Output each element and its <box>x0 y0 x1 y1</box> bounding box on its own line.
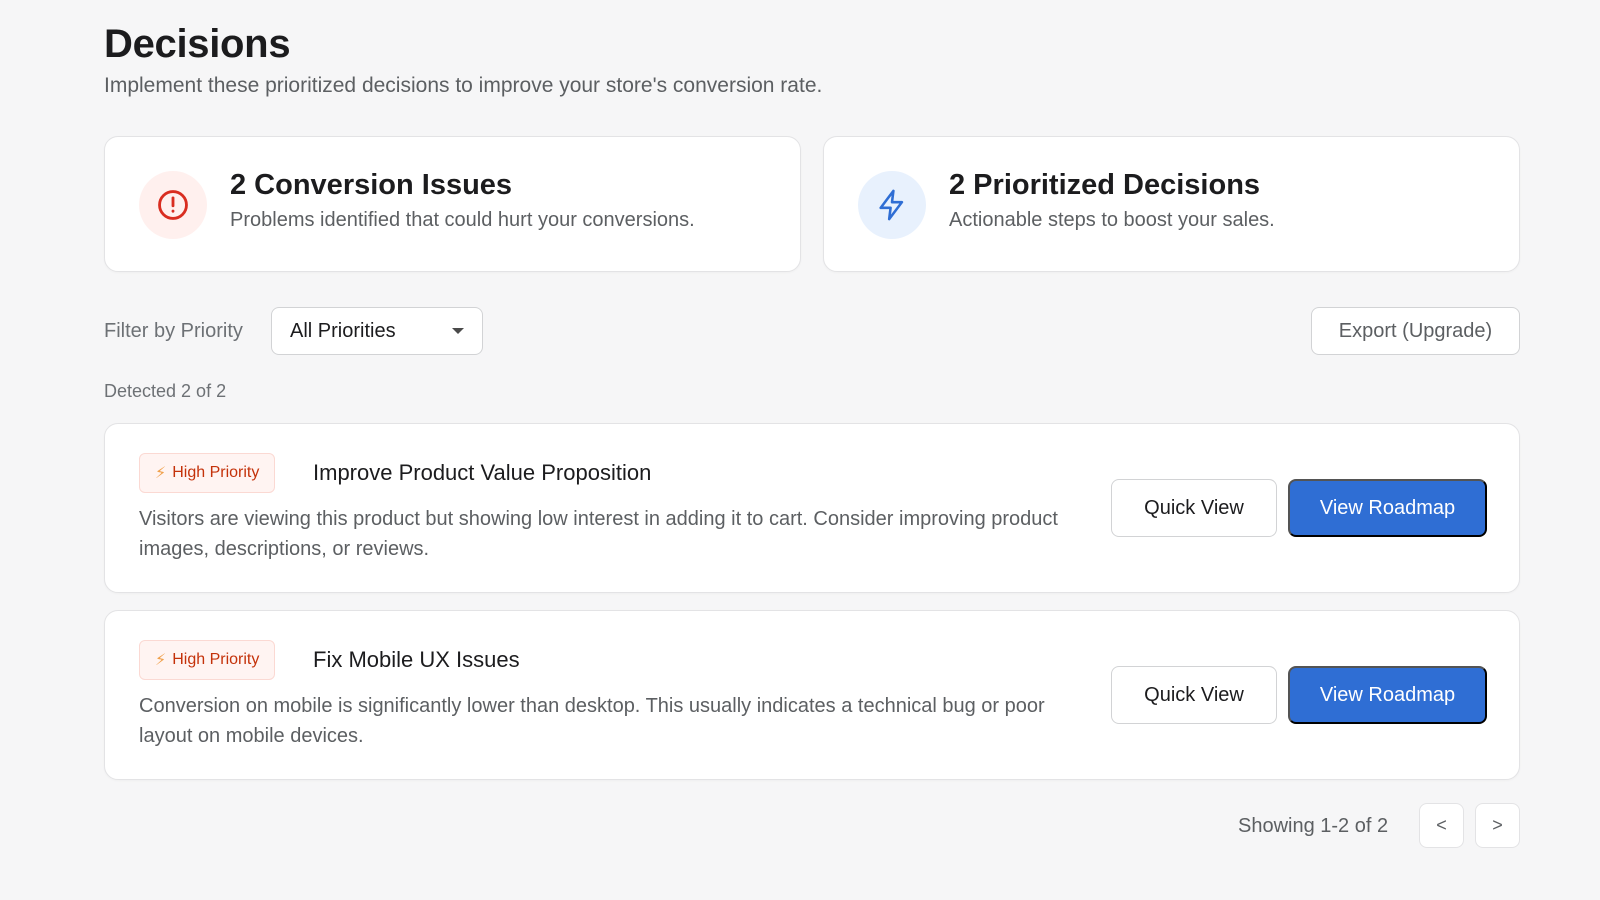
lightning-icon: ⚡ <box>155 652 167 669</box>
chevron-down-icon <box>452 328 464 334</box>
lightning-icon: ⚡ <box>155 465 167 482</box>
decision-title: Improve Product Value Proposition <box>313 460 652 485</box>
priority-filter-select[interactable]: All Priorities <box>271 307 483 355</box>
next-page-button[interactable]: > <box>1475 803 1520 848</box>
page-title: Decisions <box>104 22 291 66</box>
page-subtitle: Implement these prioritized decisions to… <box>104 74 823 97</box>
conversion-issues-card: 2 Conversion Issues Problems identified … <box>104 136 801 272</box>
detected-count: Detected 2 of 2 <box>104 381 227 401</box>
prioritized-decisions-desc: Actionable steps to boost your sales. <box>949 209 1275 231</box>
decision-description: Conversion on mobile is significantly lo… <box>139 695 1045 747</box>
decision-description: Visitors are viewing this product but sh… <box>139 508 1058 560</box>
lightning-icon <box>858 171 926 239</box>
quick-view-button[interactable]: Quick View <box>1111 479 1277 537</box>
priority-badge-label: High Priority <box>172 651 260 668</box>
export-button[interactable]: Export (Upgrade) <box>1311 307 1520 355</box>
alert-circle-icon <box>139 171 207 239</box>
priority-badge: ⚡ High Priority <box>139 453 276 493</box>
priority-filter-value: All Priorities <box>290 319 396 342</box>
decision-card: ⚡ High Priority Fix Mobile UX Issues Con… <box>104 610 1520 780</box>
pagination-status: Showing 1-2 of 2 <box>1238 815 1389 837</box>
decision-title: Fix Mobile UX Issues <box>313 647 520 672</box>
view-roadmap-button[interactable]: View Roadmap <box>1288 479 1487 537</box>
quick-view-button[interactable]: Quick View <box>1111 666 1277 724</box>
prioritized-decisions-title: 2 Prioritized Decisions <box>949 169 1261 201</box>
prioritized-decisions-card: 2 Prioritized Decisions Actionable steps… <box>823 136 1520 272</box>
conversion-issues-desc: Problems identified that could hurt your… <box>230 209 695 231</box>
previous-page-button[interactable]: < <box>1419 803 1464 848</box>
decision-card: ⚡ High Priority Improve Product Value Pr… <box>104 423 1520 593</box>
priority-badge-label: High Priority <box>172 464 260 481</box>
priority-badge: ⚡ High Priority <box>139 640 276 680</box>
conversion-issues-title: 2 Conversion Issues <box>230 169 513 201</box>
filter-label: Filter by Priority <box>104 320 243 342</box>
view-roadmap-button[interactable]: View Roadmap <box>1288 666 1487 724</box>
decisions-page: Decisions Implement these prioritized de… <box>0 0 1600 900</box>
